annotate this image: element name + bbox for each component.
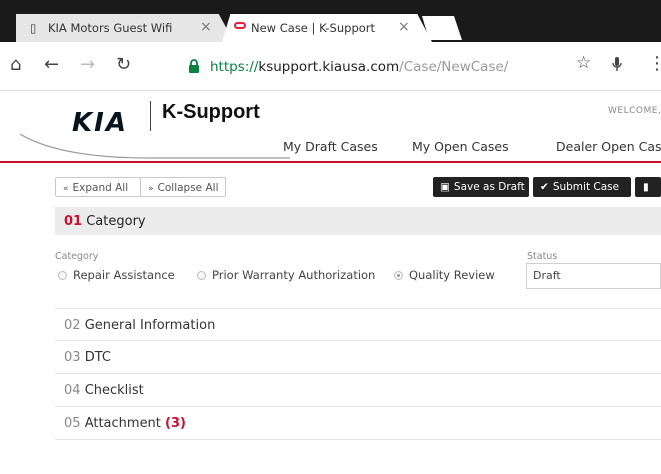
forward-icon[interactable]: → [80, 54, 95, 75]
radio-repair-assistance[interactable]: Repair Assistance [58, 268, 175, 282]
page-icon: ▯ [30, 21, 37, 35]
section-checklist[interactable]: 04 Checklist [55, 374, 661, 407]
radio-off-icon [197, 271, 206, 280]
section-category-title: 01 Category [64, 214, 146, 229]
tab-guest-wifi-close-icon[interactable]: × [200, 19, 212, 35]
trash-icon: ▮ [643, 181, 649, 193]
section-dtc[interactable]: 03 DTC [55, 341, 661, 374]
delete-button[interactable]: ▮ [635, 177, 661, 197]
microphone-icon[interactable] [612, 56, 622, 77]
status-field-label: Status [527, 251, 558, 262]
collapse-all-button[interactable]: » Collapse All [140, 177, 226, 197]
expand-all-button[interactable]: «Expand All [55, 177, 141, 197]
attachment-count-badge: (3) [165, 416, 186, 431]
tab-guest-wifi-label: KIA Motors Guest Wifi [48, 21, 173, 35]
section-attachment[interactable]: 05 Attachment (3) [55, 407, 661, 440]
section-general-information-title: 02 General Information [64, 318, 216, 333]
radio-off-icon [58, 271, 67, 280]
bookmark-star-icon[interactable]: ☆ [576, 53, 591, 73]
chevrons-down-icon: « [63, 184, 69, 194]
check-icon: ✔ [540, 181, 549, 193]
kia-logo[interactable]: KIA [72, 108, 128, 138]
home-icon[interactable]: ⌂ [10, 54, 21, 75]
radio-prior-warranty-authorization[interactable]: Prior Warranty Authorization [197, 268, 375, 282]
section-dtc-title: 03 DTC [64, 350, 111, 365]
section-general-information[interactable]: 02 General Information [55, 308, 661, 341]
kia-favicon-icon [234, 22, 246, 29]
nav-dealer-open-cases[interactable]: Dealer Open Cases [556, 139, 661, 154]
logo-divider [150, 101, 151, 131]
section-attachment-title: 05 Attachment (3) [64, 416, 186, 431]
welcome-text: WELCOME, [608, 106, 661, 116]
lock-icon [188, 59, 200, 74]
floppy-disk-icon: ▣ [440, 181, 450, 193]
brand-title[interactable]: K-Support [162, 101, 260, 124]
nav-my-draft-cases[interactable]: My Draft Cases [283, 139, 378, 154]
radio-on-icon [394, 271, 403, 280]
menu-kebab-icon[interactable]: ⋮ [648, 53, 661, 74]
back-icon[interactable]: ← [44, 54, 59, 75]
radio-quality-review[interactable]: Quality Review [394, 268, 495, 282]
chevrons-up-icon: » [148, 184, 154, 194]
nav-my-open-cases[interactable]: My Open Cases [412, 139, 509, 154]
section-checklist-title: 04 Checklist [64, 383, 144, 398]
header-wave-decoration [20, 133, 290, 159]
tab-new-case-close-icon[interactable]: × [398, 19, 410, 35]
url-field[interactable]: https://ksupport.kiausa.com/Case/NewCase… [210, 59, 508, 75]
status-field[interactable]: Draft [526, 263, 661, 289]
reload-icon[interactable]: ↻ [116, 54, 131, 75]
submit-case-button[interactable]: ✔ Submit Case [533, 177, 631, 197]
tab-new-case-label: New Case | K-Support [251, 21, 376, 35]
save-as-draft-button[interactable]: ▣ Save as Draft [433, 177, 529, 197]
category-field-label: Category [55, 251, 99, 262]
